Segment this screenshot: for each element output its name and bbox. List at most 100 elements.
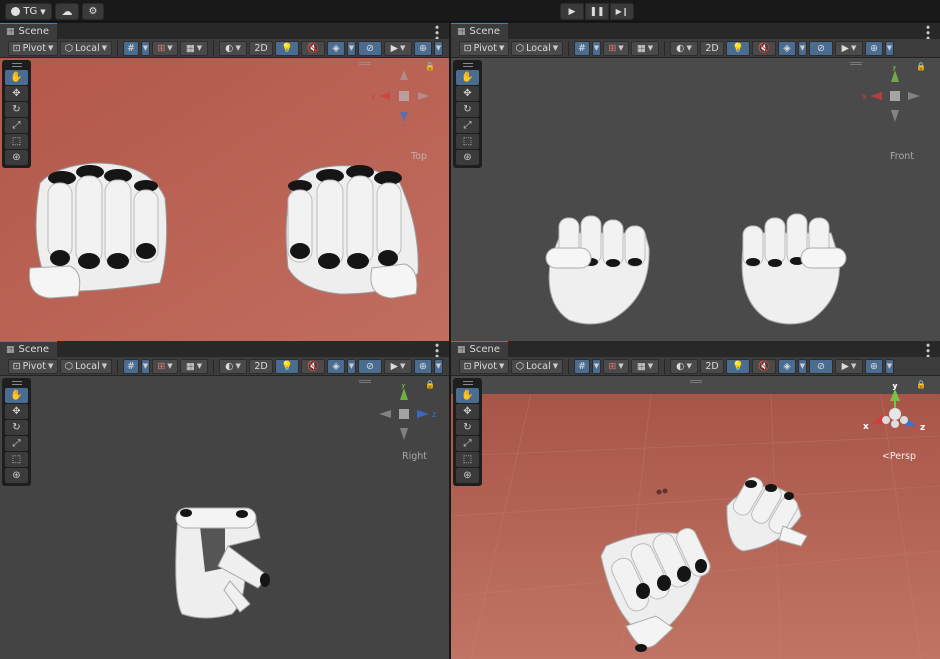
camera-dropdown[interactable]: ▶ ▼ (835, 40, 863, 56)
rect-tool-button[interactable]: ⬚ (5, 452, 28, 467)
move-tool-button[interactable]: ✥ (5, 404, 28, 419)
overlay-drag-handle[interactable] (358, 380, 371, 383)
tab-scene[interactable]: ▦ Scene (451, 23, 509, 39)
grid-snap-dropdown[interactable]: ▼ (592, 358, 601, 374)
rect-tool-button[interactable]: ⬚ (5, 134, 28, 149)
drag-handle[interactable] (462, 63, 473, 67)
grid-snap-dropdown[interactable]: ▼ (592, 40, 601, 56)
pause-button[interactable]: ❚❚ (585, 3, 609, 20)
view-projection-label[interactable]: Top (411, 151, 427, 162)
increment-snap-button[interactable]: ⊞ ▼ (152, 358, 178, 374)
grid-visibility-button[interactable]: ▦ ▼ (631, 40, 659, 56)
orientation-gizmo[interactable]: y z (369, 380, 439, 456)
effects-dropdown[interactable]: ▼ (798, 358, 807, 374)
hidden-objects-toggle[interactable]: ⊘ (358, 358, 382, 374)
rect-tool-button[interactable]: ⬚ (456, 452, 479, 467)
rotate-tool-button[interactable]: ↻ (5, 102, 28, 117)
grid-visibility-button[interactable]: ▦ ▼ (180, 40, 208, 56)
drag-handle[interactable] (11, 63, 22, 67)
scene-viewport[interactable]: ✋ ✥ ↻ ⤢ ⬚ ⊛ 🔒 y z Right (0, 376, 449, 659)
effects-toggle[interactable]: ◈ (778, 40, 796, 56)
overlay-drag-handle[interactable] (358, 62, 371, 65)
gizmos-toggle[interactable]: ⊕ (865, 40, 883, 56)
audio-toggle[interactable]: 🔇 (752, 40, 776, 56)
more-options-icon[interactable]: ••• (921, 24, 934, 40)
grid-snap-dropdown[interactable]: ▼ (141, 40, 150, 56)
more-options-icon[interactable]: ••• (430, 342, 443, 358)
rotate-tool-button[interactable]: ↻ (456, 102, 479, 117)
tab-scene[interactable]: ▦ Scene (0, 23, 58, 39)
mode-2d-toggle[interactable]: 2D (249, 40, 273, 56)
rect-tool-button[interactable]: ⬚ (456, 134, 479, 149)
overlay-drag-handle[interactable] (849, 62, 862, 65)
camera-dropdown[interactable]: ▶ ▼ (835, 358, 863, 374)
gizmos-toggle[interactable]: ⊕ (414, 40, 432, 56)
lighting-toggle[interactable]: 💡 (275, 358, 299, 374)
shading-mode-dropdown[interactable]: ◐ ▼ (670, 358, 698, 374)
effects-dropdown[interactable]: ▼ (347, 40, 356, 56)
space-dropdown[interactable]: ⬡ Local ▼ (60, 40, 112, 56)
pivot-dropdown[interactable]: ⊡ Pivot ▼ (8, 40, 58, 56)
mode-2d-toggle[interactable]: 2D (700, 40, 724, 56)
audio-toggle[interactable]: 🔇 (752, 358, 776, 374)
view-projection-label[interactable]: <Persp (882, 451, 916, 462)
increment-snap-button[interactable]: ⊞ ▼ (603, 358, 629, 374)
shading-mode-dropdown[interactable]: ◐ ▼ (219, 40, 247, 56)
lighting-toggle[interactable]: 💡 (726, 358, 750, 374)
shading-mode-dropdown[interactable]: ◐ ▼ (219, 358, 247, 374)
audio-toggle[interactable]: 🔇 (301, 40, 325, 56)
scale-tool-button[interactable]: ⤢ (456, 118, 479, 133)
services-button[interactable]: ⚙ (82, 3, 104, 20)
scale-tool-button[interactable]: ⤢ (5, 436, 28, 451)
space-dropdown[interactable]: ⬡ Local ▼ (60, 358, 112, 374)
grid-visibility-button[interactable]: ▦ ▼ (631, 358, 659, 374)
grid-snap-dropdown[interactable]: ▼ (141, 358, 150, 374)
effects-toggle[interactable]: ◈ (778, 358, 796, 374)
view-projection-label[interactable]: Front (890, 151, 914, 162)
gizmos-toggle[interactable]: ⊕ (414, 358, 432, 374)
drag-handle[interactable] (462, 381, 473, 385)
camera-dropdown[interactable]: ▶ ▼ (384, 40, 412, 56)
orientation-gizmo[interactable]: x z (369, 66, 439, 138)
gizmos-dropdown[interactable]: ▼ (434, 358, 443, 374)
lighting-toggle[interactable]: 💡 (726, 40, 750, 56)
overlay-drag-handle[interactable] (689, 380, 702, 383)
more-options-icon[interactable]: ••• (430, 24, 443, 40)
scale-tool-button[interactable]: ⤢ (5, 118, 28, 133)
move-tool-button[interactable]: ✥ (5, 86, 28, 101)
scene-viewport[interactable]: ✋ ✥ ↻ ⤢ ⬚ ⊛ 🔒 y x Front (451, 58, 940, 341)
space-dropdown[interactable]: ⬡ Local ▼ (511, 40, 563, 56)
effects-toggle[interactable]: ◈ (327, 40, 345, 56)
step-button[interactable]: ▶❙ (610, 3, 634, 20)
grid-visibility-button[interactable]: ▦ ▼ (180, 358, 208, 374)
orientation-gizmo[interactable]: y x z (860, 381, 930, 456)
view-tool-button[interactable]: ✋ (5, 388, 28, 403)
effects-dropdown[interactable]: ▼ (347, 358, 356, 374)
move-tool-button[interactable]: ✥ (456, 404, 479, 419)
pivot-dropdown[interactable]: ⊡ Pivot ▼ (459, 40, 509, 56)
rotate-tool-button[interactable]: ↻ (456, 420, 479, 435)
play-button[interactable]: ▶ (560, 3, 584, 20)
increment-snap-button[interactable]: ⊞ ▼ (152, 40, 178, 56)
drag-handle[interactable] (11, 381, 22, 385)
gizmos-dropdown[interactable]: ▼ (885, 358, 894, 374)
account-dropdown[interactable]: TG ▼ (5, 3, 52, 20)
effects-dropdown[interactable]: ▼ (798, 40, 807, 56)
transform-tool-button[interactable]: ⊛ (5, 150, 28, 165)
tab-scene[interactable]: ▦ Scene (0, 341, 58, 357)
move-tool-button[interactable]: ✥ (456, 86, 479, 101)
mode-2d-toggle[interactable]: 2D (249, 358, 273, 374)
view-projection-label[interactable]: Right (402, 451, 427, 462)
orientation-gizmo[interactable]: y x (860, 62, 930, 138)
grid-snap-button[interactable]: # (574, 358, 590, 374)
effects-toggle[interactable]: ◈ (327, 358, 345, 374)
tab-scene[interactable]: ▦ Scene (451, 341, 509, 357)
grid-snap-button[interactable]: # (574, 40, 590, 56)
gizmos-toggle[interactable]: ⊕ (865, 358, 883, 374)
scale-tool-button[interactable]: ⤢ (456, 436, 479, 451)
hidden-objects-toggle[interactable]: ⊘ (358, 40, 382, 56)
pivot-dropdown[interactable]: ⊡ Pivot ▼ (8, 358, 58, 374)
grid-snap-button[interactable]: # (123, 40, 139, 56)
transform-tool-button[interactable]: ⊛ (456, 150, 479, 165)
more-options-icon[interactable]: ••• (921, 342, 934, 358)
